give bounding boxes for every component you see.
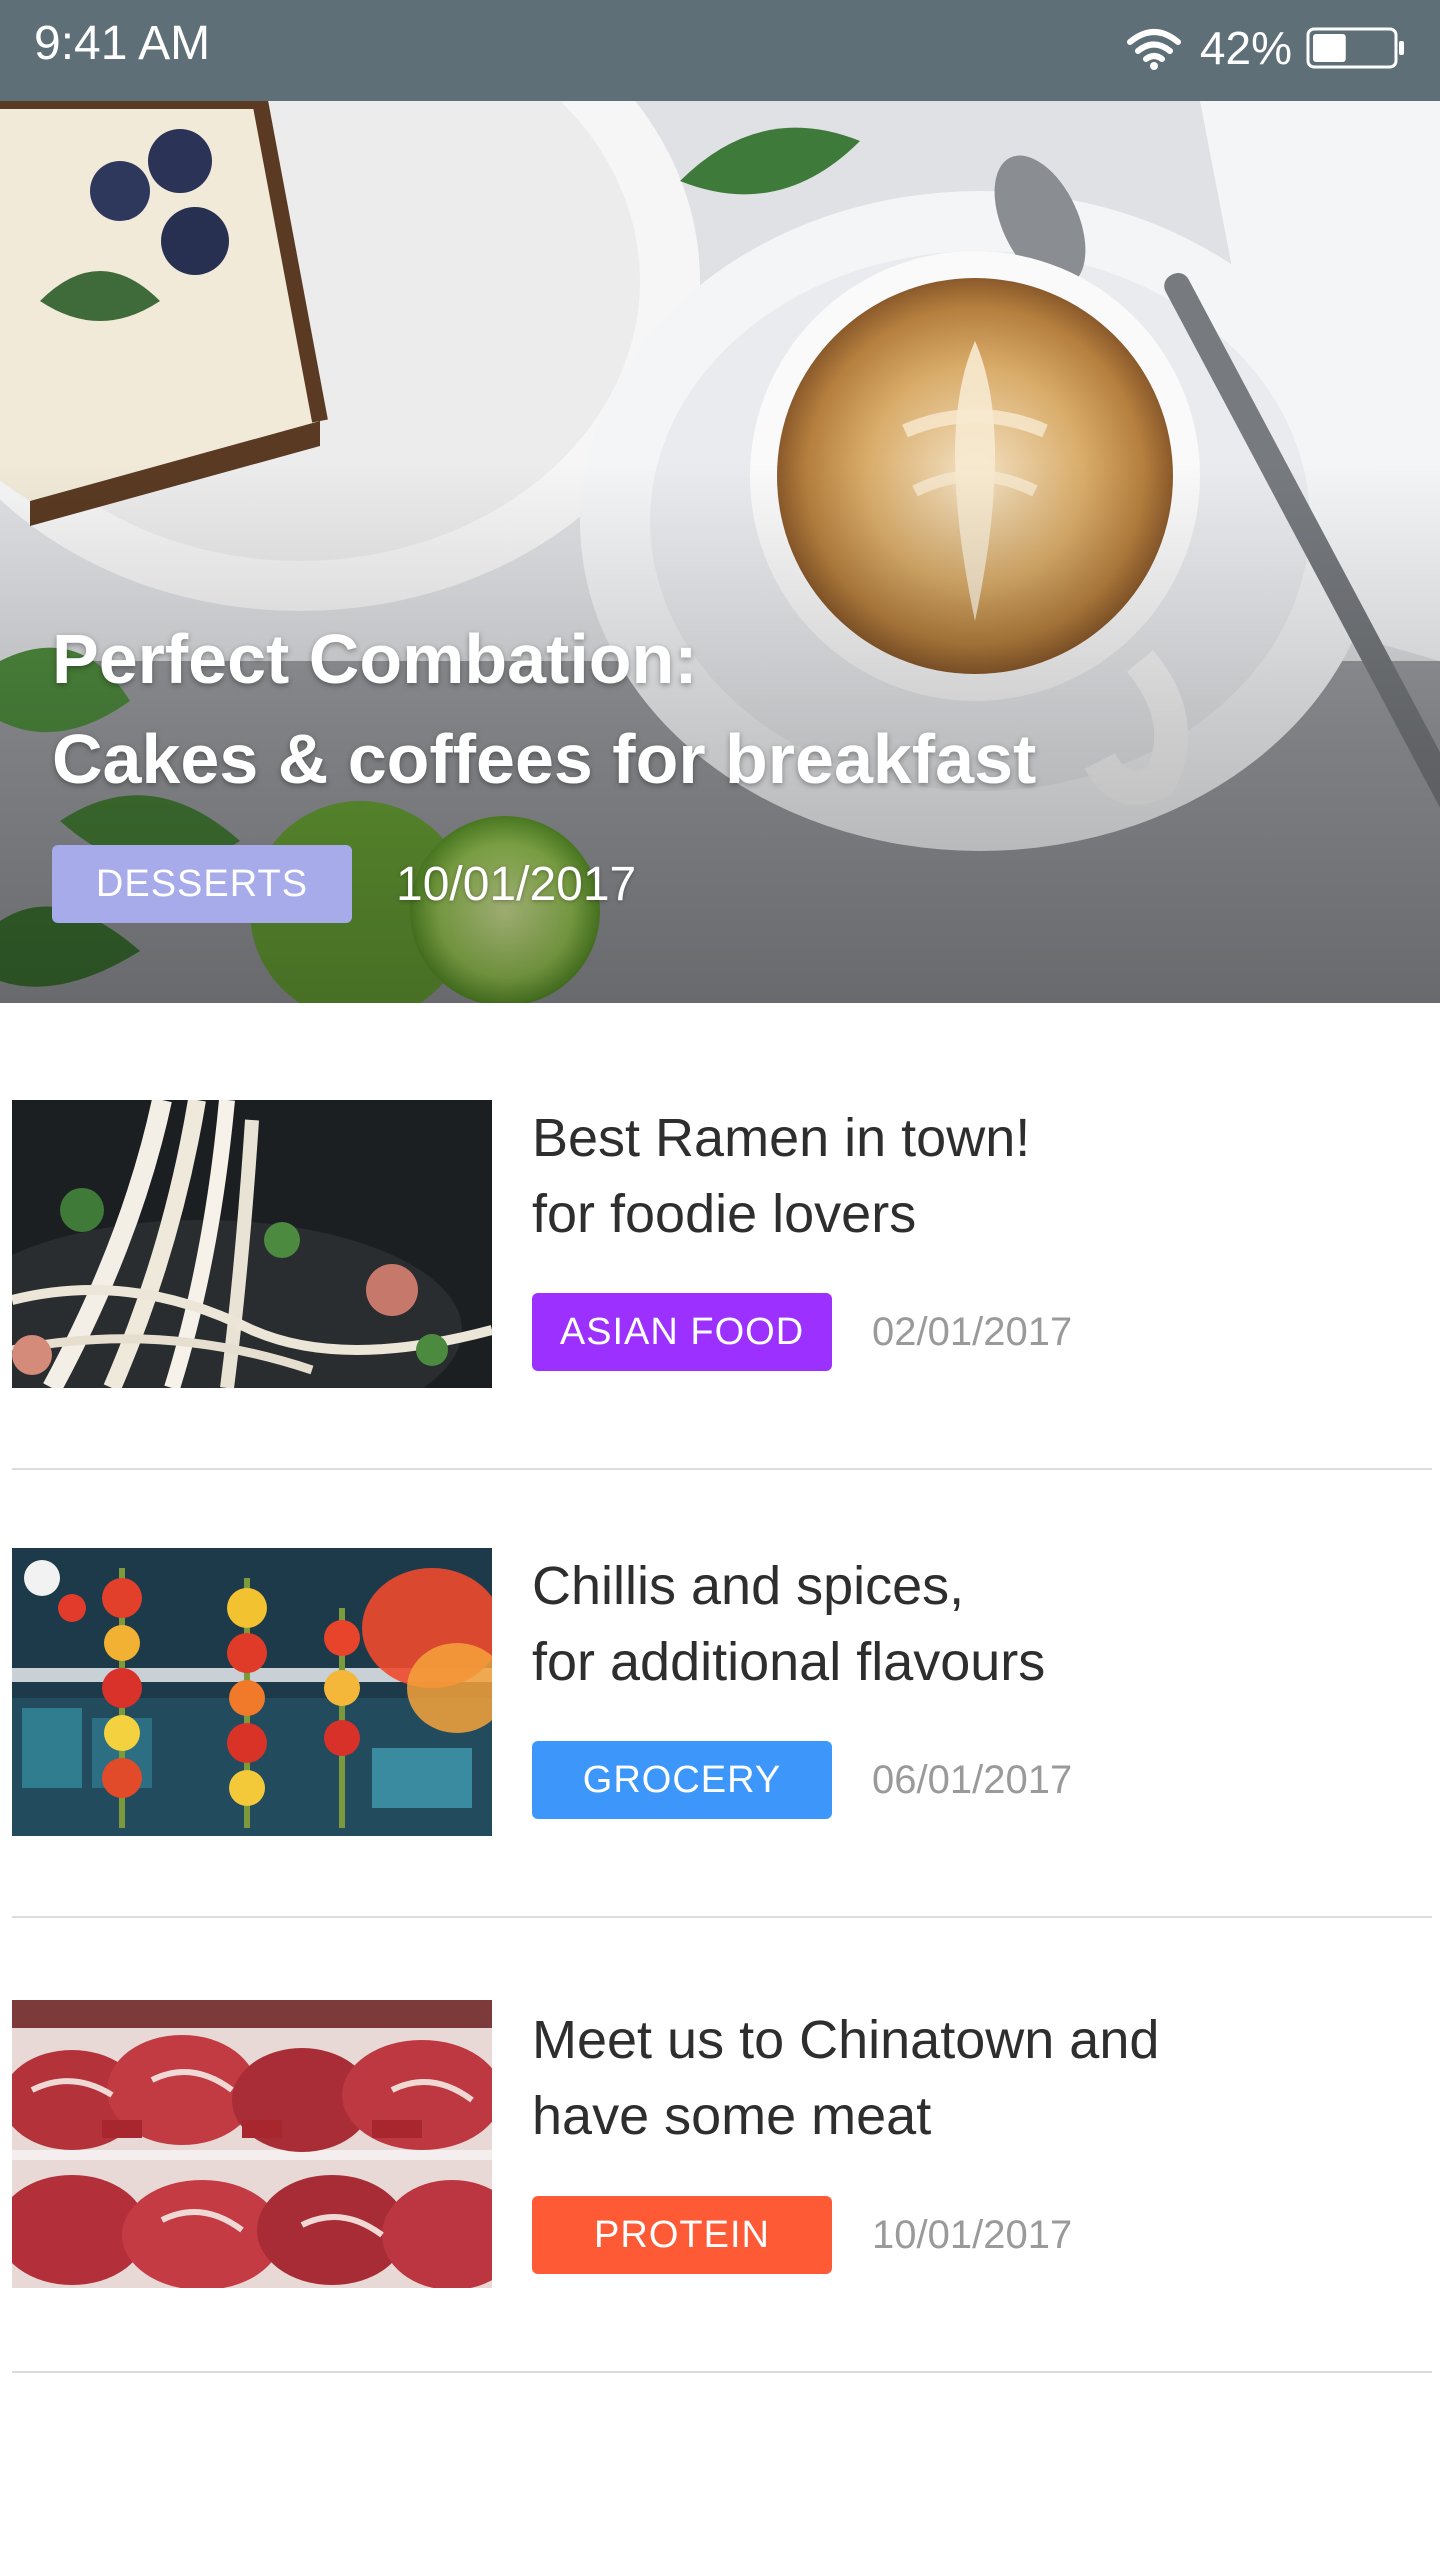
article-thumbnail[interactable] — [12, 2000, 492, 2288]
list-divider — [12, 2371, 1432, 2373]
article-date: 06/01/2017 — [872, 1757, 1073, 1802]
article-meta: ASIAN FOOD 02/01/2017 — [532, 1293, 1072, 1371]
article-title-line: Best Ramen in town! — [532, 1108, 1031, 1168]
article-title-line: Chillis and spices, — [532, 1556, 965, 1616]
article-title-line: have some meat — [532, 2086, 932, 2146]
list-item[interactable]: Chillis and spices, for additional flavo… — [0, 1451, 1440, 1918]
hero-title-line: Cakes & coffees for breakfast — [52, 720, 1037, 798]
list-item[interactable]: Meet us to Chinatown and have some meat … — [0, 1903, 1440, 2373]
article-meta: PROTEIN 10/01/2017 — [532, 2196, 1072, 2274]
article-title[interactable]: Chillis and spices, for additional flavo… — [532, 1548, 1412, 1700]
status-bar: 9:41 AM 42% — [0, 0, 1440, 101]
article-title-line: for additional flavours — [532, 1632, 1046, 1692]
page: 9:41 AM 42% Perfect Combation: Cakes & c… — [0, 0, 1440, 2560]
article-meta: GROCERY 06/01/2017 — [532, 1741, 1072, 1819]
battery-icon — [1306, 27, 1404, 69]
hero-title-line: Perfect Combation: — [52, 620, 698, 698]
article-thumbnail[interactable] — [12, 1548, 492, 1836]
article-date: 02/01/2017 — [872, 1309, 1073, 1354]
category-tag-desserts[interactable]: DESSERTS — [52, 845, 352, 923]
featured-article[interactable]: Perfect Combation: Cakes & coffees for b… — [0, 101, 1440, 1003]
list-item[interactable]: Best Ramen in town! for foodie lovers AS… — [0, 1003, 1440, 1470]
battery-percent: 42% — [1199, 22, 1292, 74]
category-tag-grocery[interactable]: GROCERY — [532, 1741, 832, 1819]
battery-level — [1313, 34, 1346, 62]
article-title-line: for foodie lovers — [532, 1184, 917, 1244]
hero-meta: DESSERTS 10/01/2017 — [52, 845, 636, 923]
chillis-image — [12, 1548, 492, 1836]
article-title[interactable]: Best Ramen in town! for foodie lovers — [532, 1100, 1412, 1252]
status-time: 9:41 AM — [34, 17, 211, 70]
category-tag-protein[interactable]: PROTEIN — [532, 2196, 832, 2274]
article-date: 10/01/2017 — [872, 2212, 1073, 2257]
article-list: Best Ramen in town! for foodie lovers AS… — [0, 1003, 1440, 2373]
meat-image — [12, 2000, 492, 2288]
ramen-image — [12, 1100, 492, 1388]
article-title-line: Meet us to Chinatown and — [532, 2010, 1160, 2070]
article-title[interactable]: Meet us to Chinatown and have some meat — [532, 2002, 1412, 2154]
hero-date: 10/01/2017 — [396, 857, 637, 911]
article-thumbnail[interactable] — [12, 1100, 492, 1388]
hero-title[interactable]: Perfect Combation: Cakes & coffees for b… — [52, 609, 1352, 809]
status-indicators: 42% — [1126, 20, 1406, 76]
wifi-icon — [1126, 29, 1181, 70]
category-tag-asian-food[interactable]: ASIAN FOOD — [532, 1293, 832, 1371]
